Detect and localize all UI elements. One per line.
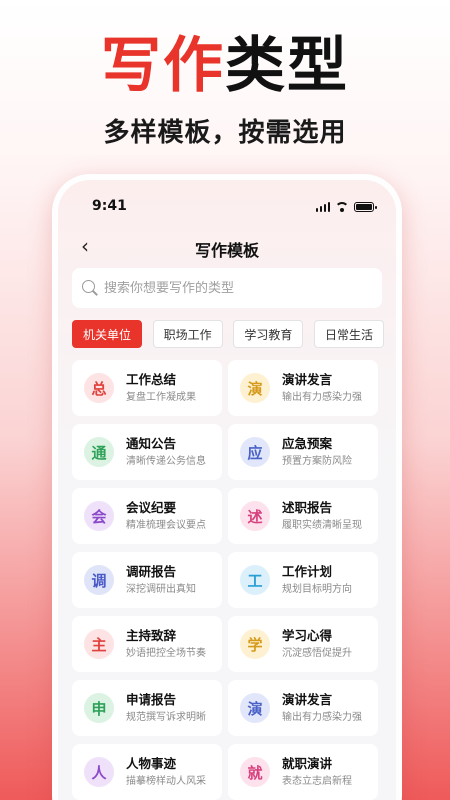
template-text: 调研报告深挖调研出真知 (126, 564, 196, 597)
template-card[interactable]: 学学习心得沉淀感悟促提升 (228, 616, 378, 672)
template-desc: 预置方案防风险 (282, 455, 352, 467)
search-input[interactable] (104, 280, 374, 296)
template-char-icon: 通 (84, 437, 114, 467)
nav-bar: ‹ 写作模板 (58, 234, 396, 260)
template-card[interactable]: 述述职报告履职实绩清晰呈现 (228, 488, 378, 544)
template-grid: 总工作总结 复盘工作凝成果演演讲发言 输出有力感染力强通通知公告 清晰传递公务信息应应… (72, 360, 384, 800)
template-card[interactable]: 申申请报告规范撰写诉求明晰 (72, 680, 222, 736)
tab-2[interactable]: 职场工作 (152, 320, 223, 348)
template-title: 调研报告 (126, 563, 177, 579)
template-card[interactable]: 主主持致辞妙语把控全场节奏 (72, 616, 222, 672)
template-desc: 表态立志启新程 (282, 775, 352, 787)
template-text: 应急预案预置方案防风险 (282, 436, 352, 469)
template-title: 人物事迹 (126, 755, 177, 771)
template-char-icon: 工 (240, 565, 270, 595)
template-text: 述职报告履职实绩清晰呈现 (282, 500, 362, 533)
template-desc: 精准梳理会议要点 (126, 519, 206, 531)
template-card[interactable]: 就就职演讲表态立志启新程 (228, 744, 378, 800)
status-time: 9:41 (92, 198, 127, 214)
template-char-icon: 会 (84, 501, 114, 531)
template-char-icon: 调 (84, 565, 114, 595)
battery-icon (354, 202, 377, 212)
template-title: 工作计划 (282, 563, 333, 579)
wifi-icon (335, 202, 349, 212)
status-bar: 9:41 (58, 198, 396, 218)
template-card[interactable]: 总工作总结复盘工作凝成果 (72, 360, 222, 416)
template-text: 演讲发言输出有力感染力强 (282, 692, 362, 725)
template-card[interactable]: 通通知公告清晰传递公务信息 (72, 424, 222, 480)
status-icons (315, 202, 377, 212)
template-title: 主持致辞 (126, 627, 177, 643)
template-text: 就职演讲表态立志启新程 (282, 756, 352, 789)
template-char-icon: 述 (240, 501, 270, 531)
promo-title-red: 写作 (101, 31, 225, 101)
template-char-icon: 演 (240, 693, 270, 723)
template-desc: 输出有力感染力强 (282, 391, 362, 403)
template-char-icon: 应 (240, 437, 270, 467)
search-bar[interactable] (72, 268, 382, 308)
tab-3[interactable]: 学习教育 (233, 320, 304, 348)
promo-subtitle: 多样模板，按需选用 (103, 118, 347, 148)
template-card[interactable]: 演演讲发言输出有力感染力强 (228, 680, 378, 736)
template-char-icon: 总 (84, 373, 114, 403)
template-text: 演讲发言输出有力感染力强 (282, 372, 362, 405)
template-desc: 深挖调研出真知 (126, 583, 196, 595)
template-title: 应急预案 (282, 435, 333, 451)
template-char-icon: 学 (240, 629, 270, 659)
template-title: 演讲发言 (282, 371, 333, 387)
template-char-icon: 就 (240, 757, 270, 787)
template-card[interactable]: 会会议纪要精准梳理会议要点 (72, 488, 222, 544)
template-text: 工作计划规划目标明方向 (282, 564, 352, 597)
page-title: 写作模板 (194, 241, 259, 260)
template-card[interactable]: 调调研报告深挖调研出真知 (72, 552, 222, 608)
template-char-icon: 演 (240, 373, 270, 403)
template-card[interactable]: 演演讲发言输出有力感染力强 (228, 360, 378, 416)
template-desc: 履职实绩清晰呈现 (282, 519, 362, 531)
template-desc: 描摹榜样动人风采 (126, 775, 206, 787)
promo-title-black: 类型 (225, 31, 349, 101)
template-text: 申请报告规范撰写诉求明晰 (126, 692, 206, 725)
tab-1[interactable]: 机关单位 (72, 320, 143, 348)
template-desc: 妙语把控全场节奏 (126, 647, 206, 659)
template-title: 演讲发言 (282, 691, 333, 707)
template-text: 通知公告清晰传递公务信息 (126, 436, 206, 469)
phone-frame: 9:41 ‹ 写作模板 机关单位职场工作学习教育日常生活 总工作总结复盘工作凝成… (52, 174, 402, 800)
tab-4[interactable]: 日常生活 (313, 320, 384, 348)
promo-title: 写作类型 (0, 28, 450, 104)
template-char-icon: 人 (84, 757, 114, 787)
signal-icon (315, 202, 330, 212)
template-title: 申请报告 (126, 691, 177, 707)
template-desc: 规划目标明方向 (282, 583, 352, 595)
template-title: 就职演讲 (282, 755, 333, 771)
template-text: 人物事迹描摹榜样动人风采 (126, 756, 206, 789)
template-char-icon: 主 (84, 629, 114, 659)
template-text: 工作总结复盘工作凝成果 (126, 372, 196, 405)
template-title: 通知公告 (126, 435, 177, 451)
search-icon (82, 280, 98, 296)
template-text: 主持致辞妙语把控全场节奏 (126, 628, 206, 661)
template-char-icon: 申 (84, 693, 114, 723)
template-desc: 清晰传递公务信息 (126, 455, 206, 467)
template-desc: 规范撰写诉求明晰 (126, 711, 206, 723)
template-text: 会议纪要精准梳理会议要点 (126, 500, 206, 533)
template-card[interactable]: 工工作计划规划目标明方向 (228, 552, 378, 608)
template-desc: 复盘工作凝成果 (126, 391, 196, 403)
template-card[interactable]: 人人物事迹描摹榜样动人风采 (72, 744, 222, 800)
template-title: 工作总结 (126, 371, 177, 387)
template-title: 学习心得 (282, 627, 333, 643)
template-card[interactable]: 应应急预案预置方案防风险 (228, 424, 378, 480)
template-desc: 沉淀感悟促提升 (282, 647, 352, 659)
template-text: 学习心得沉淀感悟促提升 (282, 628, 352, 661)
template-title: 会议纪要 (126, 499, 177, 515)
template-desc: 输出有力感染力强 (282, 711, 362, 723)
category-tabs: 机关单位 职场工作 学习教育 日常生活 (72, 320, 384, 348)
template-title: 述职报告 (282, 499, 333, 515)
